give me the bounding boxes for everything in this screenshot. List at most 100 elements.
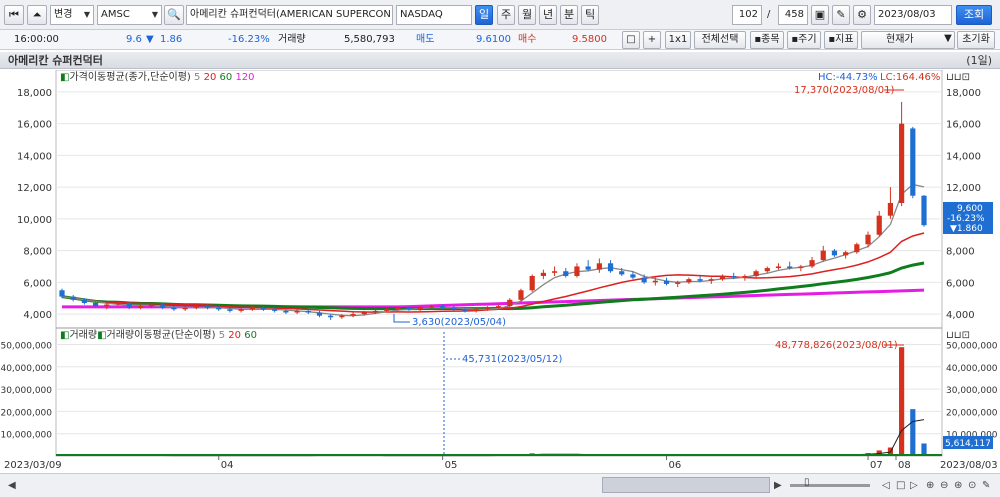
candle-body bbox=[887, 203, 894, 216]
stock-name-field[interactable]: 아메리칸 슈퍼컨덕터(AMERICAN SUPERCON bbox=[186, 5, 393, 25]
price-tick-label-right: 16,000 bbox=[946, 120, 981, 131]
volume-low-annotation: 45,731(2023/05/12) bbox=[462, 354, 563, 365]
price-type-select[interactable]: 현재가 bbox=[861, 31, 955, 49]
zoom-out-icon[interactable]: ⊖ bbox=[940, 480, 948, 491]
settings-icon[interactable]: ⚙ bbox=[853, 5, 871, 25]
price-tick-label: 10,000 bbox=[17, 215, 52, 226]
next-icon[interactable]: ▷ bbox=[910, 480, 918, 491]
candle-body bbox=[518, 290, 524, 300]
candle-body bbox=[652, 280, 658, 283]
indicator-icon: ◧ bbox=[60, 72, 69, 83]
candle-body bbox=[686, 279, 692, 283]
symbol-button[interactable]: ▪종목 bbox=[750, 31, 784, 49]
candle-body bbox=[350, 314, 356, 316]
ma60-legend: 60 bbox=[220, 72, 233, 83]
last-pct-label: -16.23% bbox=[947, 214, 985, 224]
candle-body bbox=[596, 263, 602, 270]
indicator-button[interactable]: ▪지표 bbox=[824, 31, 858, 49]
layout-button[interactable]: 1x1 bbox=[665, 31, 691, 49]
box-toggle[interactable]: □ bbox=[622, 31, 640, 49]
candle-body bbox=[809, 260, 815, 267]
collapse-icon[interactable]: ⏶ bbox=[27, 5, 47, 25]
slider-handle-icon[interactable]: ▯ bbox=[804, 477, 810, 488]
zoom-reset-icon[interactable]: ⊙ bbox=[968, 480, 976, 491]
candle-body bbox=[753, 271, 759, 276]
candle-body bbox=[731, 275, 737, 278]
svg-text:◧거래량◧거래량이동평균(단순이평) 5 20 60: ◧거래량◧거래량이동평균(단순이평) 5 20 60 bbox=[60, 329, 257, 341]
volume-tick-label: 20,000,000 bbox=[0, 408, 52, 418]
zoom-slider[interactable] bbox=[790, 484, 870, 487]
bid-value: 9.5800 bbox=[572, 34, 607, 45]
quote-change: 1.86 bbox=[160, 34, 183, 45]
candle-body bbox=[462, 309, 468, 311]
ask-label: 매도 bbox=[416, 34, 435, 45]
ma120-legend: 120 bbox=[235, 72, 254, 83]
volume-scale-toggle-icon[interactable]: ⊔⊔⊡ bbox=[946, 330, 970, 341]
zoom-in-icon[interactable]: ⊕ bbox=[926, 480, 934, 491]
chart-title: 아메리칸 슈퍼컨덕터 bbox=[8, 54, 103, 67]
period-month[interactable]: 월 bbox=[518, 5, 536, 25]
candle-body bbox=[171, 307, 177, 310]
volume-high-annotation: 48,778,826(2023/08/01) bbox=[775, 340, 898, 351]
ma20-legend: 20 bbox=[204, 72, 217, 83]
search-button[interactable]: 조회 bbox=[956, 5, 992, 25]
first-icon[interactable]: ⏮ bbox=[4, 5, 24, 25]
candle-body bbox=[708, 279, 714, 281]
candle-body bbox=[249, 307, 255, 310]
chevron-down-icon[interactable]: ▼ bbox=[942, 31, 954, 49]
tool-icon[interactable]: ✎ bbox=[982, 480, 990, 491]
volume-tick-label: 50,000,000 bbox=[0, 341, 52, 351]
candle-body bbox=[529, 275, 535, 291]
price-tick-label-right: 4,000 bbox=[946, 310, 975, 321]
period-tick[interactable]: 틱 bbox=[581, 5, 599, 25]
month-label: 06 bbox=[669, 460, 682, 471]
scroll-left-icon[interactable]: ◀ bbox=[8, 480, 16, 491]
search-icon[interactable]: 🔍 bbox=[164, 5, 184, 25]
volume-tick-label-right: 50,000,000 bbox=[946, 341, 998, 351]
code-input[interactable]: AMSC bbox=[97, 5, 162, 25]
candle-body bbox=[507, 299, 513, 307]
volume-ma-legend: 거래량이동평균(단순이평) bbox=[107, 329, 216, 341]
zoom-fit-icon[interactable]: ⊛ bbox=[954, 480, 962, 491]
scroll-right-icon[interactable]: ▶ bbox=[774, 480, 782, 491]
chart-title-bar: 아메리칸 슈퍼컨덕터 (1일) bbox=[0, 52, 1000, 69]
candle-body bbox=[440, 306, 446, 308]
scale-toggle-icon[interactable]: ⊔⊔⊡ bbox=[946, 72, 970, 83]
pen-icon[interactable]: ✎ bbox=[832, 5, 850, 25]
volume-value: 5,580,793 bbox=[344, 34, 395, 45]
price-volume-chart[interactable]: 4,000 4,000 6,000 6,000 8,000 8,000 10,000 10,0… bbox=[0, 70, 1000, 473]
candle-body bbox=[316, 312, 323, 316]
candle-body bbox=[160, 304, 166, 308]
save-icon[interactable]: ▣ bbox=[811, 5, 829, 25]
candle-body bbox=[238, 309, 244, 311]
ask-value: 9.6100 bbox=[476, 34, 511, 45]
period-minute[interactable]: 분 bbox=[560, 5, 578, 25]
volume-tick-label-right: 20,000,000 bbox=[946, 408, 998, 418]
quote-time: 16:00:00 bbox=[14, 34, 59, 45]
period-week[interactable]: 주 bbox=[497, 5, 515, 25]
volume-icon: ◧ bbox=[60, 330, 69, 341]
lc-label: LC:164.46% bbox=[880, 72, 940, 83]
prev-icon[interactable]: ◁ bbox=[882, 480, 890, 491]
price-tick-label: 16,000 bbox=[17, 120, 52, 131]
stop-icon[interactable]: □ bbox=[896, 480, 905, 491]
date-input[interactable]: 2023/08/03 bbox=[874, 5, 952, 25]
change-select[interactable]: 변경 bbox=[50, 5, 94, 25]
period-day[interactable]: 일 bbox=[475, 5, 493, 25]
period-year[interactable]: 년 bbox=[539, 5, 557, 25]
candle-body bbox=[764, 268, 770, 272]
candle-body bbox=[495, 306, 502, 308]
scroll-thumb[interactable] bbox=[602, 477, 770, 493]
volume-tick-label-right: 30,000,000 bbox=[946, 386, 998, 396]
scroll-bar[interactable]: ◀ ▶ ▯ ◁ □ ▷ ⊕ ⊖ ⊛ ⊙ ✎ bbox=[0, 473, 1000, 497]
candle-body bbox=[339, 315, 345, 318]
zoom-in-button[interactable]: + bbox=[643, 31, 661, 49]
vma20-legend: 20 bbox=[228, 330, 241, 341]
select-all-button[interactable]: 전체선택 bbox=[694, 31, 746, 49]
volume-tick-label: 40,000,000 bbox=[0, 364, 52, 374]
reset-button[interactable]: 초기화 bbox=[957, 31, 995, 49]
price-tick-label-right: 8,000 bbox=[946, 247, 975, 258]
period-button[interactable]: ▪주기 bbox=[787, 31, 821, 49]
toolbar: ⏮ ⏶ 변경 AMSC 🔍 아메리칸 슈퍼컨덕터(AMERICAN SUPERC… bbox=[0, 0, 1000, 30]
count-input[interactable]: 102 bbox=[732, 5, 762, 25]
